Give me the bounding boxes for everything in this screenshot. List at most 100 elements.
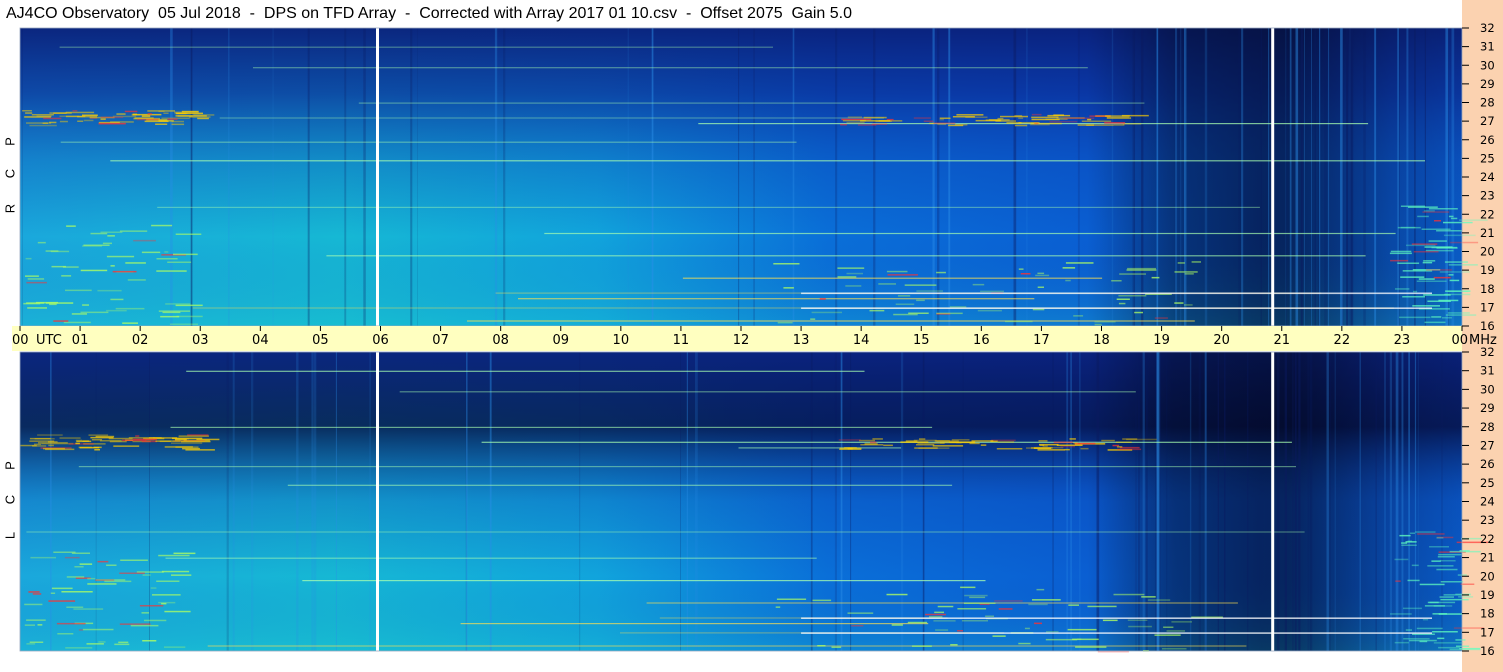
interference-streak [1276,352,1280,651]
carrier-line [59,46,774,48]
time-marker-line [376,28,379,326]
interference-streak [1189,352,1192,651]
activity-speck [1459,550,1470,552]
activity-speck [1163,626,1174,628]
activity-speck [1086,124,1114,126]
strong-signal-line [801,307,1432,309]
activity-speck [923,120,934,122]
activity-speck [144,619,167,622]
activity-speck [30,556,56,559]
activity-speck [1431,246,1458,249]
activity-speck [61,275,72,277]
activity-speck [929,122,935,125]
activity-speck [90,232,108,235]
activity-speck [1035,274,1050,277]
activity-speck [939,118,944,121]
activity-speck [1418,278,1435,280]
activity-speck [1442,317,1452,319]
activity-speck [1390,250,1412,253]
carrier-line [219,117,884,119]
activity-speck [79,563,93,565]
interference-streak [489,352,492,651]
activity-speck [142,574,151,576]
time-tick-label: 14 [853,333,870,348]
activity-speck [919,438,926,440]
strong-signal-line [801,292,1432,295]
activity-speck [965,116,988,118]
activity-speck [147,113,152,115]
activity-speck [156,270,187,272]
activity-speck [908,312,929,314]
activity-speck [173,552,196,555]
interference-streak [21,28,23,326]
interference-streak [335,352,337,651]
activity-speck [82,114,98,116]
activity-speck [1416,280,1447,282]
activity-speck [139,605,164,607]
interference-streak [1389,352,1392,651]
activity-speck [773,263,800,265]
activity-speck [948,124,964,127]
interference-streak [922,352,925,651]
activity-speck [1438,613,1463,615]
activity-speck [108,437,133,440]
interference-streak [344,28,347,326]
activity-speck [985,615,994,617]
interference-streak [1374,28,1377,326]
spectrogram-figure: 00 01 02 03 04 05 06 07 08 09 10 11 12 13 14 15 16 17 18 19… [12,21,1497,658]
interference-streak [1166,352,1168,651]
activity-speck [37,434,63,436]
frequency-axis-top: 16 17 18 19 20 21 22 23 24 25 26 27 28 29 30 31 32 [1462,21,1495,333]
interference-streak [873,28,876,326]
activity-speck [59,115,80,117]
activity-speck [27,278,45,280]
interference-streak [1052,352,1054,651]
interference-streak [1397,28,1399,326]
interference-streak [1300,28,1303,326]
activity-speck [65,647,93,649]
activity-speck [173,253,198,256]
interference-streak [1224,352,1226,651]
activity-speck [887,274,918,276]
activity-speck [1421,228,1451,230]
interference-streak [686,352,688,651]
activity-speck [29,124,57,127]
activity-speck [97,289,122,292]
time-marker-line [376,352,379,651]
activity-speck [100,231,123,233]
activity-speck [998,441,1014,443]
activity-speck [164,251,169,253]
activity-speck [1018,122,1040,124]
activity-speck [97,560,109,563]
carrier-line [302,580,986,582]
activity-speck [88,434,109,436]
activity-speck [1031,118,1060,121]
activity-speck [1413,251,1439,253]
activity-speck [167,261,192,263]
freq-tick-label: 25 [1480,151,1495,165]
activity-speck [144,120,169,123]
activity-speck [846,121,865,124]
interference-streak [937,28,940,326]
activity-speck [155,440,181,442]
activity-speck [171,120,184,123]
activity-speck [1000,115,1028,118]
interference-streak [1349,28,1352,326]
activity-speck [977,309,1002,312]
time-marker-line [1271,352,1275,651]
freq-tick-label: 24 [1480,495,1495,509]
activity-speck [142,640,157,642]
time-tick-label: 15 [913,333,930,348]
interference-streak [1414,28,1416,326]
interference-streak [932,28,935,326]
carrier-line [399,391,1136,393]
freq-tick-label: 23 [1480,513,1495,527]
interference-streak [792,28,795,326]
freq-tick-label: 16 [1480,644,1495,658]
activity-speck [1394,641,1409,644]
activity-speck [1032,599,1061,601]
activity-speck [93,446,102,449]
activity-speck [1409,532,1415,534]
interference-streak [251,352,254,651]
interference-streak [1328,28,1330,326]
